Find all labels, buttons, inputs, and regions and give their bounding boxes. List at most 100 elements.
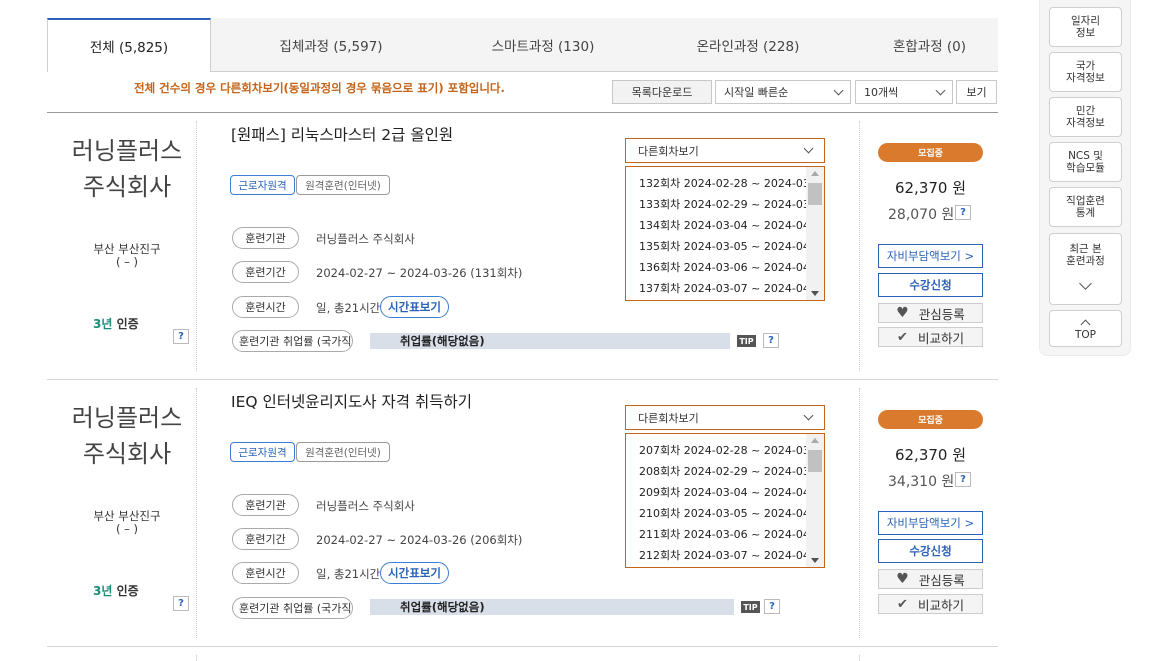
session-scrollbar[interactable] (806, 434, 824, 567)
session-option[interactable]: 132회차 2024-02-28 ~ 2024-03-27 (639, 175, 824, 191)
period-value: 2024-02-27 ~ 2024-03-26 (206회차) (316, 533, 523, 547)
chevron-down-icon[interactable] (1079, 277, 1092, 290)
employment-help-button[interactable]: ? (763, 333, 779, 348)
cert-help-button[interactable]: ? (173, 329, 189, 344)
tag-worker-remote: 근로자원격 (230, 442, 295, 462)
scroll-top-button[interactable]: TOP (1049, 310, 1122, 347)
scroll-down-icon[interactable] (811, 291, 819, 296)
scroll-down-icon[interactable] (811, 558, 819, 563)
cert-year: 3년 (93, 584, 113, 598)
org-name[interactable]: 러닝플러스 주식회사 (57, 133, 197, 205)
session-option[interactable]: 133회차 2024-02-29 ~ 2024-03-28 (639, 196, 824, 212)
tip-icon[interactable]: TIP (737, 335, 756, 347)
wishlist-button[interactable]: ♥ 관심등록 (878, 303, 983, 323)
compare-button[interactable]: ✔ 비교하기 (878, 327, 983, 347)
page-size-select[interactable]: 10개씩 (855, 80, 953, 104)
employment-rate-select[interactable]: 훈련기관 취업률 (국가직무능력표준) (232, 597, 353, 619)
session-option[interactable]: 210회차 2024-03-05 ~ 2024-04-04 (639, 505, 824, 521)
other-session-select[interactable]: 다른회차보기 (625, 405, 825, 430)
quick-label: 자격정보 (1066, 72, 1105, 84)
check-icon: ✔ (897, 596, 908, 612)
quick-jobs-info[interactable]: 일자리 정보 (1049, 7, 1122, 47)
wishlist-label: 관심등록 (918, 572, 965, 588)
view-button[interactable]: 보기 (956, 80, 997, 104)
quick-label: 통계 (1075, 207, 1096, 219)
session-option[interactable]: 212회차 2024-03-07 ~ 2024-04-06 (639, 547, 824, 563)
quick-label: 학습모듈 (1066, 162, 1105, 174)
session-option[interactable]: 137회차 2024-03-07 ~ 2024-04-06 (639, 280, 824, 296)
wishlist-button[interactable]: ♥ 관심등록 (878, 569, 983, 589)
course-title[interactable]: IEQ 인터넷윤리지도사 자격 취득하기 (231, 390, 472, 412)
chevron-down-icon (935, 85, 946, 95)
scroll-thumb[interactable] (808, 183, 822, 205)
download-list-button[interactable]: 목록다운로드 (612, 80, 712, 104)
course-price: 62,370 원 (894, 179, 967, 197)
tab-blended[interactable]: 혼합과정 (0) (861, 18, 998, 71)
employment-help-button[interactable]: ? (764, 599, 780, 614)
scroll-up-icon[interactable] (811, 438, 819, 443)
price-help-button[interactable]: ? (955, 472, 971, 487)
self-pay-view-button[interactable]: 자비부담액보기 > (878, 511, 983, 535)
session-option[interactable]: 136회차 2024-03-06 ~ 2024-04-05 (639, 259, 824, 275)
course-price: 62,370 원 (894, 446, 967, 464)
quick-national-cert[interactable]: 국가 자격정보 (1049, 52, 1122, 92)
session-list[interactable]: 132회차 2024-02-28 ~ 2024-03-27 133회차 2024… (625, 166, 825, 301)
self-pay-view-button[interactable]: 자비부담액보기 > (878, 244, 983, 268)
check-icon: ✔ (897, 329, 908, 345)
tag-remote-internet: 원격훈련(인터넷) (296, 442, 390, 462)
cert-text: 인증 (116, 584, 139, 598)
other-session-select[interactable]: 다른회차보기 (625, 138, 825, 163)
compare-label: 비교하기 (917, 330, 964, 346)
tip-icon[interactable]: TIP (741, 601, 760, 613)
quick-label: 민간 (1075, 105, 1096, 117)
chevron-up-icon (1080, 319, 1091, 329)
institution-value: 러닝플러스 주식회사 (316, 232, 415, 246)
session-option[interactable]: 209회차 2024-03-04 ~ 2024-04-03 (639, 484, 824, 500)
quick-label: 직업훈련 (1066, 195, 1105, 207)
tab-online[interactable]: 온라인과정 (228) (635, 18, 861, 71)
apply-button[interactable]: 수강신청 (878, 539, 983, 563)
certification-badge: 3년 인증 (93, 315, 139, 332)
compare-button[interactable]: ✔ 비교하기 (878, 594, 983, 614)
course-title[interactable]: [원패스] 리눅스마스터 2급 올인원 (231, 123, 453, 145)
sort-select[interactable]: 시작일 빠른순 (715, 80, 851, 104)
scroll-thumb[interactable] (808, 450, 822, 472)
price-help-button[interactable]: ? (955, 205, 971, 220)
session-option[interactable]: 135회차 2024-03-05 ~ 2024-04-04 (639, 238, 824, 254)
chevron-down-icon (833, 85, 844, 95)
top-label: TOP (1074, 328, 1096, 341)
timetable-button[interactable]: 시간표보기 (380, 562, 449, 584)
label-hours: 훈련시간 (232, 562, 299, 584)
tab-onsite[interactable]: 집체과정 (5,597) (211, 18, 451, 71)
session-option[interactable]: 211회차 2024-03-06 ~ 2024-04-05 (639, 526, 824, 542)
session-scrollbar[interactable] (806, 167, 824, 300)
session-list[interactable]: 207회차 2024-02-28 ~ 2024-03-27 208회차 2024… (625, 433, 825, 568)
timetable-button[interactable]: 시간표보기 (380, 296, 449, 318)
compare-label: 비교하기 (917, 597, 964, 613)
certification-badge: 3년 인증 (93, 582, 139, 599)
quick-label: 자격정보 (1066, 117, 1105, 129)
region-line: ( – ) (115, 522, 139, 536)
apply-button[interactable]: 수강신청 (878, 273, 983, 297)
quick-recent-courses[interactable]: 최근 본 훈련과정 (1049, 233, 1122, 305)
tab-all[interactable]: 전체 (5,825) (47, 18, 211, 72)
quick-ncs-module[interactable]: NCS 및 학습모듈 (1049, 142, 1122, 182)
session-option[interactable]: 134회차 2024-03-04 ~ 2024-04-03 (639, 217, 824, 233)
session-option[interactable]: 208회차 2024-02-29 ~ 2024-03-28 (639, 463, 824, 479)
cert-year: 3년 (93, 317, 113, 331)
org-name-line: 주식회사 (82, 440, 172, 468)
hours-value: 일, 총21시간 (316, 567, 381, 581)
label-institution: 훈련기관 (232, 227, 299, 249)
quick-private-cert[interactable]: 민간 자격정보 (1049, 97, 1122, 137)
session-option[interactable]: 207회차 2024-02-28 ~ 2024-03-27 (639, 442, 824, 458)
scroll-up-icon[interactable] (811, 171, 819, 176)
employment-rate-select[interactable]: 훈련기관 취업률 (국가직무능력표준) (232, 330, 353, 352)
quick-menu: 일자리 정보 국가 자격정보 민간 자격정보 NCS 및 학습모듈 직업훈련 통… (1039, 0, 1131, 356)
org-name[interactable]: 러닝플러스 주식회사 (57, 400, 197, 472)
course-card: 러닝플러스 주식회사 부산 부산진구 ( – ) 3년 인증 ? [원패스] 리… (47, 113, 998, 379)
label-hours: 훈련시간 (232, 296, 299, 318)
tab-smart[interactable]: 스마트과정 (130) (451, 18, 635, 71)
quick-training-stats[interactable]: 직업훈련 통계 (1049, 187, 1122, 227)
self-pay-price: 34,310 원 (888, 474, 955, 490)
cert-help-button[interactable]: ? (173, 596, 189, 611)
